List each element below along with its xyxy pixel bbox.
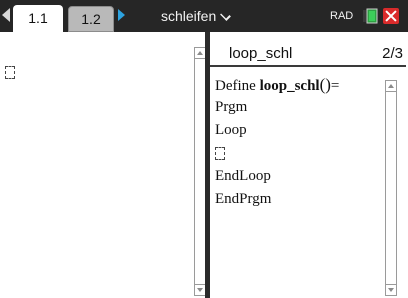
- tab-1-2[interactable]: 1.2: [68, 6, 114, 32]
- code-line-endprgm[interactable]: EndPrgm: [215, 188, 339, 211]
- scroll-up-icon[interactable]: [195, 48, 205, 59]
- scroll-down-icon[interactable]: [386, 284, 396, 295]
- close-icon[interactable]: [383, 8, 399, 24]
- scroll-down-icon[interactable]: [195, 284, 205, 295]
- code-line-endloop[interactable]: EndLoop: [215, 165, 339, 188]
- document-title-menu[interactable]: schleifen: [161, 7, 233, 25]
- tab-label: 1.2: [81, 11, 101, 27]
- left-arrow-icon[interactable]: [2, 8, 10, 22]
- code-area[interactable]: Define loop_schl()= Prgm Loop EndLoop En…: [215, 73, 339, 211]
- angle-mode-indicator: RAD: [330, 10, 354, 22]
- scroll-up-icon[interactable]: [386, 81, 396, 92]
- empty-input-box[interactable]: [215, 147, 225, 160]
- function-name: loop_schl: [259, 78, 320, 94]
- right-arrow-icon[interactable]: [118, 9, 125, 21]
- empty-input-box[interactable]: [5, 66, 15, 79]
- tab-1-1[interactable]: 1.1: [13, 5, 63, 32]
- calculator-pane[interactable]: [0, 32, 206, 298]
- document-title: schleifen: [161, 8, 217, 24]
- code-line-prgm[interactable]: Prgm: [215, 96, 339, 119]
- code-line-loop[interactable]: Loop: [215, 119, 339, 142]
- editor-scrollbar[interactable]: [385, 80, 397, 296]
- parens: (): [319, 75, 331, 94]
- editor-header: loop_schl 2/3: [210, 32, 406, 67]
- page-indicator: 2/3: [382, 45, 403, 62]
- battery-icon: [363, 8, 378, 24]
- chevron-down-icon: [219, 11, 233, 21]
- program-editor-pane: loop_schl 2/3 Define loop_schl()= Prgm L…: [210, 32, 408, 298]
- tab-label: 1.1: [28, 10, 48, 26]
- define-keyword: Define: [215, 78, 260, 94]
- top-bar: 1.1 1.2 schleifen RAD: [0, 0, 408, 32]
- code-line-define[interactable]: Define loop_schl()=: [215, 73, 339, 96]
- program-name: loop_schl: [229, 45, 293, 62]
- code-line-empty[interactable]: [215, 142, 339, 165]
- equals-sign: =: [330, 78, 340, 94]
